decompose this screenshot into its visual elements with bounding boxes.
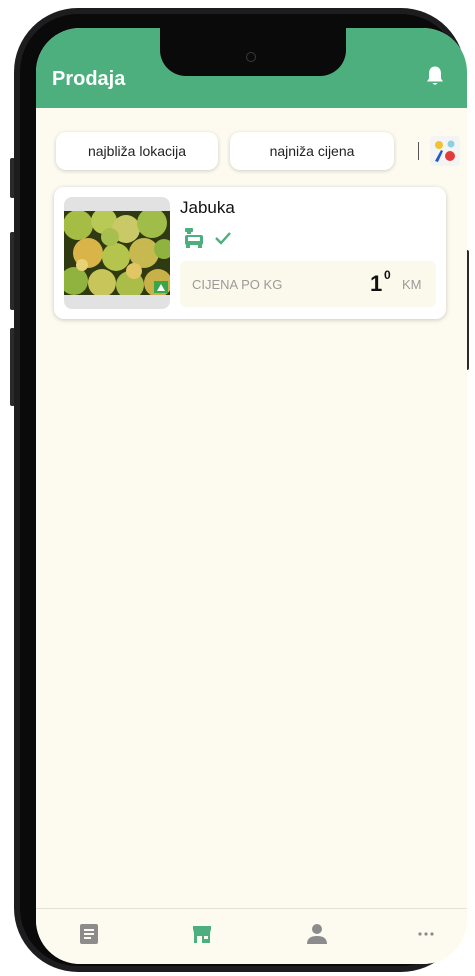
apples-photo xyxy=(64,211,170,295)
check-icon xyxy=(215,232,231,245)
price-currency: KM xyxy=(402,277,422,292)
app-screen: Prodaja najbliža lokacija najniža cijena xyxy=(36,28,467,964)
store-icon xyxy=(193,926,211,943)
delivery-truck-icon xyxy=(185,228,203,248)
price-box: CIJENA PO KG 1 0 KM xyxy=(180,261,436,307)
price-label: CIJENA PO KG xyxy=(192,277,283,292)
phone-notch xyxy=(160,28,346,76)
filter-divider xyxy=(418,142,419,160)
bottom-navigation xyxy=(36,908,467,964)
nav-store[interactable] xyxy=(182,921,222,951)
nav-more[interactable] xyxy=(406,921,446,951)
nav-list[interactable] xyxy=(69,921,109,951)
bell-icon[interactable] xyxy=(425,65,445,87)
page-title: Prodaja xyxy=(52,68,126,90)
lowest-price-label: najniža cijena xyxy=(269,143,355,159)
price-whole: 1 xyxy=(370,271,383,296)
product-name: Jabuka xyxy=(180,198,235,217)
palette-icon[interactable] xyxy=(430,136,460,166)
camera-icon xyxy=(246,52,256,62)
filter-bar: najbliža lokacija najniža cijena xyxy=(36,132,467,172)
list-icon xyxy=(80,924,98,944)
nearest-location-label: najbliža lokacija xyxy=(87,143,187,159)
product-image xyxy=(64,197,170,309)
phone-frame: Prodaja najbliža lokacija najniža cijena xyxy=(14,8,467,972)
lowest-price-button[interactable]: najniža cijena xyxy=(230,132,394,170)
person-icon xyxy=(307,924,327,944)
nearest-location-button[interactable]: najbliža lokacija xyxy=(56,132,218,170)
price-fraction: 0 xyxy=(384,268,391,282)
product-card[interactable]: Jabuka CIJENA PO KG 1 0 KM xyxy=(54,187,446,319)
more-icon xyxy=(418,932,434,936)
nav-profile[interactable] xyxy=(296,921,336,951)
